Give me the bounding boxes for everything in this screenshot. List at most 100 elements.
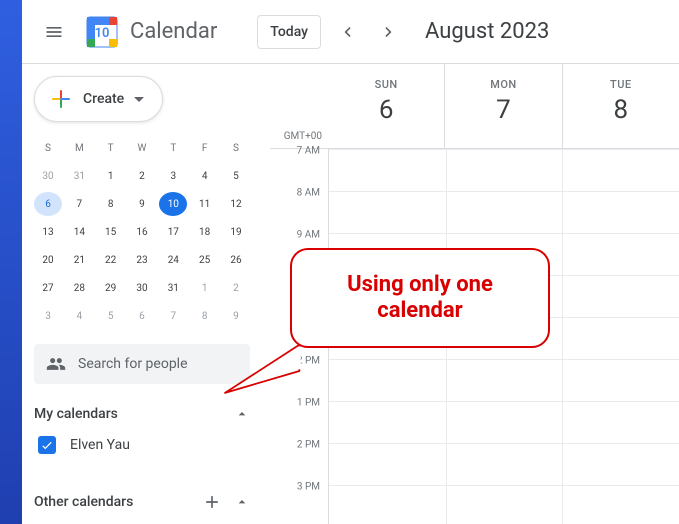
menu-button[interactable] (30, 8, 78, 56)
day-number: 6 (328, 95, 444, 125)
mini-calendar[interactable]: SMTWTFS303112345678910111213141516171819… (34, 136, 250, 328)
add-icon[interactable] (202, 492, 222, 512)
day-of-week-label: TUE (563, 78, 679, 91)
my-calendars-label: My calendars (34, 406, 118, 422)
day-header-row: GMT+00 SUN 6MON 7TUE8 (270, 64, 679, 149)
minical-day[interactable]: 23 (128, 248, 156, 272)
logo-day: 10 (95, 26, 110, 41)
day-of-week-label: SUN (328, 78, 444, 91)
minical-day[interactable]: 22 (97, 248, 125, 272)
minical-day[interactable]: 5 (222, 164, 250, 188)
minical-dow: W (128, 136, 156, 160)
os-window-edge (0, 0, 22, 524)
plus-icon (49, 87, 73, 111)
minical-day[interactable]: 28 (65, 276, 93, 300)
hour-line (329, 191, 679, 192)
chevron-down-icon (134, 90, 144, 109)
minical-day[interactable]: 27 (34, 276, 62, 300)
check-icon (40, 438, 54, 452)
minical-day[interactable]: 9 (128, 192, 156, 216)
minical-day[interactable]: 31 (65, 164, 93, 188)
minical-day[interactable]: 5 (97, 304, 125, 328)
search-placeholder: Search for people (78, 356, 188, 372)
minical-day[interactable]: 25 (191, 248, 219, 272)
minical-day[interactable]: 2 (222, 276, 250, 300)
minical-day[interactable]: 15 (97, 220, 125, 244)
minical-day[interactable]: 26 (222, 248, 250, 272)
day-divider (562, 149, 563, 524)
minical-day[interactable]: 7 (159, 304, 187, 328)
minical-day[interactable]: 6 (34, 192, 62, 216)
minical-day[interactable]: 9 (222, 304, 250, 328)
hour-line (329, 401, 679, 402)
hour-label: 3 PM (297, 482, 320, 493)
calendar-item-label: Elven Yau (70, 437, 130, 453)
checkbox-checked[interactable] (38, 436, 56, 454)
create-label: Create (83, 91, 124, 107)
day-column-header[interactable]: TUE8 (562, 64, 679, 148)
hour-label: 2 PM (297, 440, 320, 451)
app-title: Calendar (130, 19, 217, 44)
chevron-up-icon (234, 406, 250, 422)
minical-day[interactable]: 21 (65, 248, 93, 272)
minical-dow: F (191, 136, 219, 160)
minical-day[interactable]: 14 (65, 220, 93, 244)
minical-day[interactable]: 1 (191, 276, 219, 300)
minical-day[interactable]: 2 (128, 164, 156, 188)
hamburger-icon (44, 22, 64, 42)
minical-day[interactable]: 3 (34, 304, 62, 328)
minical-day[interactable]: 3 (159, 164, 187, 188)
minical-day[interactable]: 30 (34, 164, 62, 188)
minical-day[interactable]: 13 (34, 220, 62, 244)
hour-line (329, 359, 679, 360)
create-button[interactable]: Create (34, 76, 163, 122)
annotation-callout: Using only one calendar (290, 248, 550, 348)
hour-line (329, 149, 679, 150)
minical-day[interactable]: 8 (97, 192, 125, 216)
hour-line (329, 233, 679, 234)
search-people-input[interactable]: Search for people (34, 344, 250, 384)
minical-day[interactable]: 4 (191, 164, 219, 188)
minical-day[interactable]: 24 (159, 248, 187, 272)
day-column-header[interactable]: MON 7 (444, 64, 561, 148)
today-button[interactable]: Today (257, 15, 321, 49)
minical-day[interactable]: 18 (191, 220, 219, 244)
hour-line (329, 485, 679, 486)
minical-day[interactable]: 16 (128, 220, 156, 244)
minical-day[interactable]: 20 (34, 248, 62, 272)
timezone-column: GMT+00 (270, 64, 328, 148)
minical-day[interactable]: 10 (159, 192, 187, 216)
minical-day[interactable]: 31 (159, 276, 187, 300)
minical-dow: S (222, 136, 250, 160)
hour-label: 8 AM (297, 188, 320, 199)
day-column-header[interactable]: SUN 6 (328, 64, 444, 148)
day-of-week-label: MON (445, 78, 561, 91)
minical-day[interactable]: 6 (128, 304, 156, 328)
minical-day[interactable]: 1 (97, 164, 125, 188)
minical-dow: T (97, 136, 125, 160)
minical-day[interactable]: 17 (159, 220, 187, 244)
hour-line (329, 443, 679, 444)
minical-dow: S (34, 136, 62, 160)
hour-label: 7 AM (297, 146, 320, 157)
sidebar: Create SMTWTFS30311234567891011121314151… (22, 64, 270, 524)
prev-button[interactable] (331, 16, 363, 48)
date-range-label[interactable]: August 2023 (425, 19, 549, 44)
day-number: 7 (445, 95, 561, 125)
chevron-right-icon (379, 22, 399, 42)
minical-day[interactable]: 30 (128, 276, 156, 300)
chevron-up-icon (234, 494, 250, 510)
minical-day[interactable]: 8 (191, 304, 219, 328)
minical-day[interactable]: 4 (65, 304, 93, 328)
next-button[interactable] (373, 16, 405, 48)
timezone-label: GMT+00 (284, 131, 322, 142)
minical-day[interactable]: 19 (222, 220, 250, 244)
minical-day[interactable]: 29 (97, 276, 125, 300)
minical-day[interactable]: 12 (222, 192, 250, 216)
calendar-item[interactable]: Elven Yau (34, 436, 250, 454)
minical-day[interactable]: 7 (65, 192, 93, 216)
minical-day[interactable]: 11 (191, 192, 219, 216)
other-calendars-header[interactable]: Other calendars (34, 492, 250, 512)
my-calendars-header[interactable]: My calendars (34, 406, 250, 422)
hour-label: 12 PM (291, 356, 320, 367)
